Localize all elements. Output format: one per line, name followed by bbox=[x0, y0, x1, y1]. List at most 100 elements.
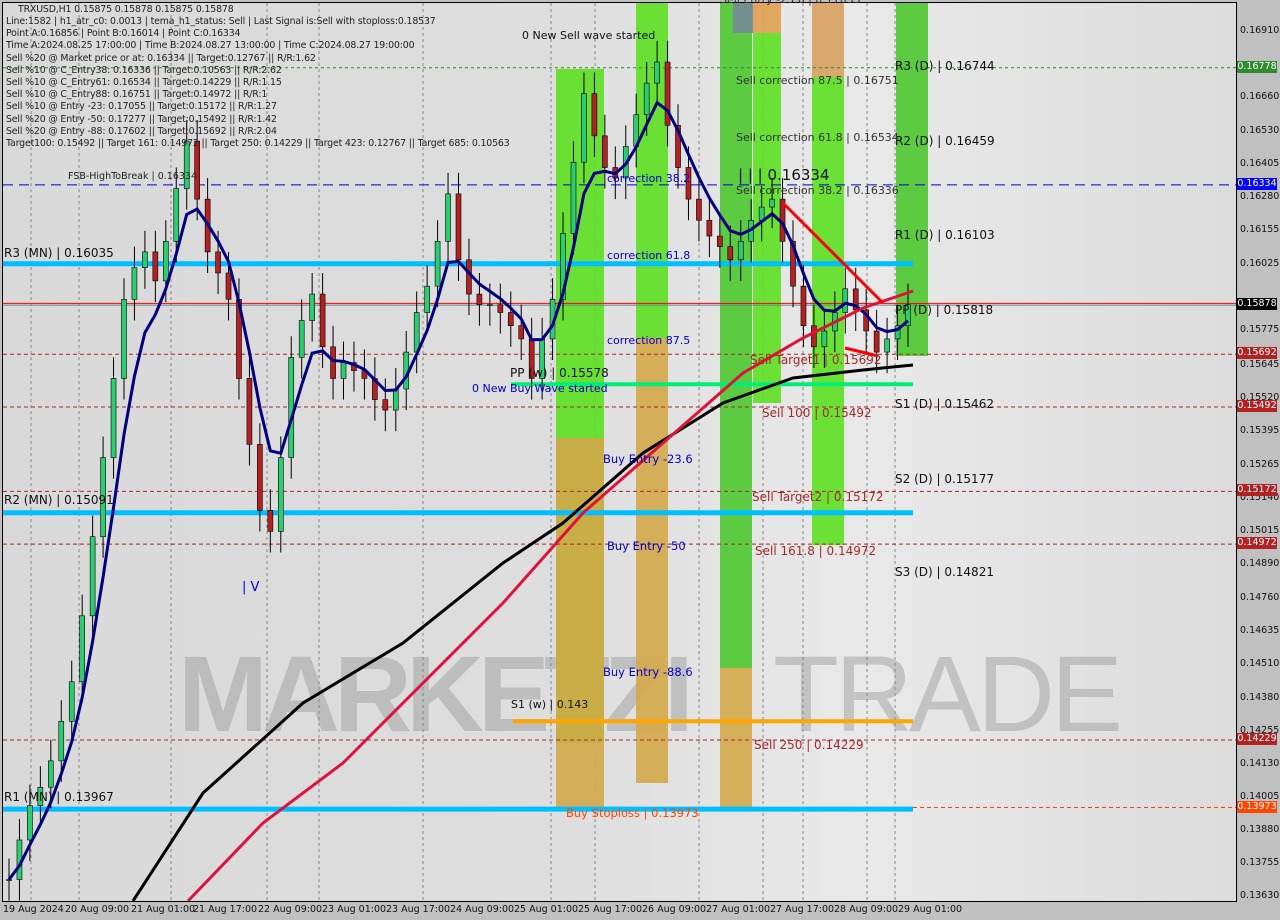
price-flag: 0.14972 bbox=[1237, 537, 1277, 550]
y-tick-label: 0.13880 bbox=[1240, 824, 1280, 836]
candle-body-10 bbox=[110, 378, 117, 458]
level-label-s2-d: S2 (D) | 0.15177 bbox=[895, 472, 994, 486]
y-tick-label: 0.14760 bbox=[1240, 591, 1280, 603]
candle-body-43 bbox=[455, 193, 462, 261]
info-line-9: Sell %20 @ Entry -88: 0.17602 || Target:… bbox=[6, 125, 277, 137]
chart-title: TRXUSD,H1 0.15875 0.15878 0.15875 0.1587… bbox=[18, 4, 234, 15]
y-tick-label: 0.15015 bbox=[1240, 524, 1280, 536]
annotation-sell-entry-23: Sell Entry -23.6 | 0.17055 bbox=[720, 0, 861, 6]
x-tick-label: 21 Aug 17:00 bbox=[193, 904, 258, 915]
annotation-sell-1618: Sell 161.8 | 0.14972 bbox=[755, 544, 877, 558]
x-tick-label: 22 Aug 09:00 bbox=[258, 904, 323, 915]
candle-body-13 bbox=[142, 251, 148, 269]
level-label-s1-w: S1 (w) | 0.143 bbox=[511, 698, 589, 711]
price-flag: 0.15692 bbox=[1237, 347, 1277, 360]
candle-body-69 bbox=[727, 246, 734, 261]
candle-body-83 bbox=[873, 330, 880, 353]
candle-body-55 bbox=[581, 93, 587, 163]
annotation-sell-correction-875: Sell correction 87.5 | 0.16751 bbox=[736, 74, 899, 87]
info-line-3: Sell %20 @ Market price or at: 0.16334 |… bbox=[6, 52, 316, 64]
x-tick-label: 27 Aug 17:00 bbox=[770, 904, 835, 915]
info-line-5: Sell %10 @ C_Entry61: 0.16534 || Target:… bbox=[6, 77, 282, 88]
x-tick-label: 26 Aug 09:00 bbox=[642, 904, 707, 915]
annotation-buy-entry-50: Buy Entry -50 bbox=[607, 539, 686, 553]
candle-body-47 bbox=[497, 304, 504, 313]
price-flag: 0.13973 bbox=[1237, 800, 1277, 813]
price-flag: 0.15492 bbox=[1237, 399, 1277, 412]
candle-body-49 bbox=[518, 325, 525, 340]
y-tick-label: 0.16405 bbox=[1240, 158, 1280, 170]
candle-body-46 bbox=[487, 304, 493, 306]
level-label-fsb: FSB-HighToBreak | 0.16334 bbox=[68, 171, 198, 182]
annotation-buy-entry-236: Buy Entry -23.6 bbox=[603, 452, 693, 466]
ma-black-line bbox=[131, 363, 914, 901]
candle-body-84 bbox=[884, 338, 890, 353]
annotation-new-sell-wave: 0 New Sell wave started bbox=[522, 29, 656, 42]
info-line-2: Time A:2024.08.25 17:00:00 | Time B:2024… bbox=[6, 40, 415, 52]
y-tick-label: 0.14635 bbox=[1240, 624, 1280, 636]
y-tick-label: 0.14130 bbox=[1240, 758, 1280, 770]
candle-body-20 bbox=[215, 251, 221, 274]
y-tick-label: 0.14510 bbox=[1240, 657, 1280, 669]
candle-body-57 bbox=[602, 135, 608, 168]
candle-body-56 bbox=[591, 93, 598, 137]
candle-body-16 bbox=[173, 188, 180, 242]
zone-2 bbox=[636, 3, 668, 338]
candle-body-78 bbox=[821, 330, 828, 348]
candle-body-2 bbox=[27, 805, 33, 841]
candle-body-61 bbox=[643, 82, 650, 116]
candle-body-45 bbox=[476, 293, 483, 305]
candle-body-40 bbox=[424, 285, 430, 313]
y-tick-label: 0.13630 bbox=[1240, 890, 1280, 901]
annotation-sell-correction-618: Sell correction 61.8 | 0.16534 bbox=[736, 131, 899, 144]
candle-body-6 bbox=[68, 681, 75, 722]
x-tick-label: 27 Aug 01:00 bbox=[706, 904, 771, 915]
annotation-correction-875: correction 87.5 bbox=[607, 334, 691, 347]
y-tick-label: 0.15775 bbox=[1240, 324, 1280, 336]
price-flag: 0.15172 bbox=[1237, 484, 1277, 497]
x-tick-label: 23 Aug 17:00 bbox=[386, 904, 451, 915]
candle-body-80 bbox=[842, 288, 849, 313]
y-tick-label: 0.14380 bbox=[1240, 692, 1280, 704]
level-label-r2-d: R2 (D) | 0.16459 bbox=[895, 134, 995, 148]
price-flag: 0.14229 bbox=[1237, 733, 1277, 746]
info-line-6: Sell %10 @ C_Entry88: 0.16751 || Target:… bbox=[6, 89, 268, 101]
candle-body-12 bbox=[131, 267, 138, 300]
info-line-8: Sell %20 @ Entry -50: 0.17277 || Target:… bbox=[6, 113, 277, 125]
candle-body-14 bbox=[152, 251, 159, 282]
y-tick-label: 0.13755 bbox=[1240, 857, 1280, 869]
candle-body-31 bbox=[330, 346, 336, 379]
info-line-10: Target100: 0.15492 || Target 161: 0.1497… bbox=[6, 138, 510, 149]
annotation-correction-618: correction 61.8 bbox=[607, 249, 691, 262]
level-label-r1-d: R1 (D) | 0.16103 bbox=[895, 228, 995, 242]
x-tick-label: 25 Aug 01:00 bbox=[514, 904, 579, 915]
level-label-s1-d: S1 (D) | 0.15462 bbox=[895, 397, 994, 411]
candle-body-30 bbox=[319, 293, 326, 348]
candle-body-67 bbox=[706, 219, 713, 237]
candle-body-66 bbox=[696, 198, 702, 221]
level-label-r3-d: R3 (D) | 0.16744 bbox=[895, 59, 995, 73]
zone-6 bbox=[733, 3, 753, 33]
candle-body-77 bbox=[811, 325, 817, 348]
candle-body-62 bbox=[654, 61, 660, 84]
candle-body-21 bbox=[225, 272, 232, 300]
candle-body-42 bbox=[445, 193, 451, 242]
candle-body-76 bbox=[800, 285, 807, 327]
candle-body-32 bbox=[340, 362, 347, 379]
info-line-1: Point A:0.16856 | Point B:0.16014 | Poin… bbox=[6, 28, 241, 40]
candle-body-41 bbox=[434, 241, 441, 287]
level-label-r3-mn: R3 (MN) | 0.16035 bbox=[4, 246, 114, 260]
candle-body-27 bbox=[288, 357, 295, 458]
candle-body-73 bbox=[769, 198, 775, 208]
zone-5 bbox=[720, 668, 752, 808]
level-label-pp-d: PP (D) | 0.15818 bbox=[895, 303, 994, 317]
zone-9 bbox=[812, 3, 844, 77]
candle-body-29 bbox=[309, 293, 315, 321]
level-label-r2-mn: R2 (MN) | 0.15091 bbox=[4, 493, 114, 507]
zone-8 bbox=[753, 3, 781, 33]
annotation-correction-382: correction 38.2 bbox=[607, 172, 691, 185]
price-flag: 0.16778 bbox=[1237, 60, 1277, 73]
y-tick-label: 0.16155 bbox=[1240, 224, 1280, 236]
candle-body-37 bbox=[392, 388, 399, 411]
annotation-point-c: | | | 0.16334 bbox=[738, 166, 830, 184]
